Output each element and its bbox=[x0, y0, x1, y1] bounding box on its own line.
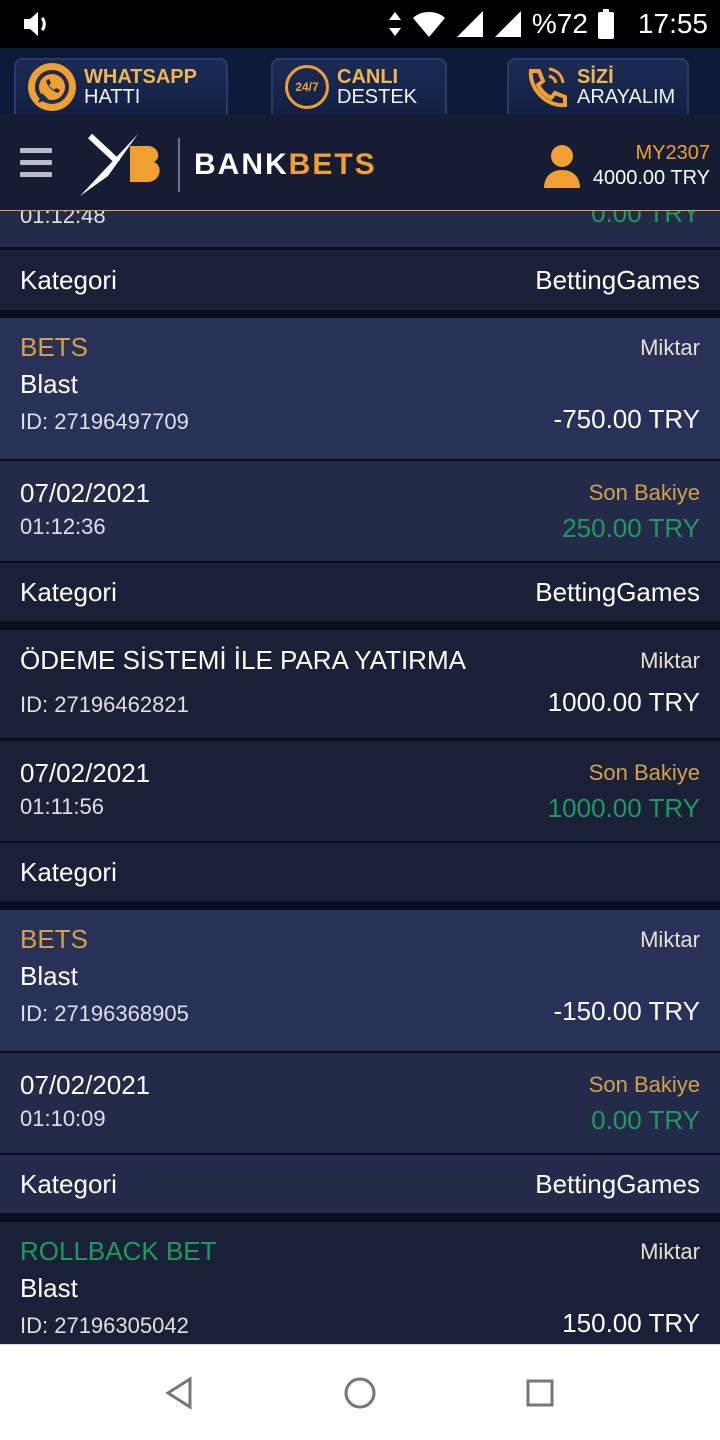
transaction-time: 01:11:56 bbox=[20, 794, 105, 819]
brand-mark-icon bbox=[78, 128, 168, 203]
transaction-game: Blast bbox=[20, 1273, 78, 1303]
whatsapp-button[interactable]: WHATSAPP HATTI bbox=[14, 58, 228, 114]
transaction-time: 01:10:09 bbox=[20, 1106, 106, 1131]
transaction-item[interactable]: ÖDEME SİSTEMİ İLE PARA YATIRMA ID: 27196… bbox=[0, 630, 720, 738]
signal-icon bbox=[494, 10, 522, 38]
amount-label: Miktar bbox=[640, 335, 700, 360]
transaction-type: BETS bbox=[20, 332, 88, 362]
category-row: Kategori BettingGames bbox=[0, 563, 720, 621]
brand-name: BANKBETS bbox=[194, 148, 377, 181]
whatsapp-line1: WHATSAPP bbox=[84, 66, 197, 88]
whatsapp-line2: HATTI bbox=[84, 86, 141, 108]
callback-line2: ARAYALIM bbox=[577, 86, 676, 108]
balance-label: Son Bakiye bbox=[588, 760, 700, 785]
transaction-item[interactable]: ROLLBACK BET Blast ID: 27196305042 Mikta… bbox=[0, 1222, 720, 1344]
whatsapp-icon bbox=[28, 63, 76, 111]
signal-icon bbox=[456, 10, 484, 38]
transaction-balance: 250.00 TRY bbox=[562, 513, 700, 543]
transaction-id: ID: 27196368905 bbox=[20, 1001, 189, 1026]
transaction-id: ID: 27196497709 bbox=[20, 409, 189, 434]
transaction-date-row: 07/02/2021 01:12:36 Son Bakiye 250.00 TR… bbox=[0, 461, 720, 561]
data-arrows-icon bbox=[388, 10, 402, 38]
transaction-id: ID: 27196462821 bbox=[20, 692, 189, 717]
transaction-item[interactable]: BETS Blast ID: 27196497709 Miktar -750.0… bbox=[0, 318, 720, 459]
transaction-time: 01:12:36 bbox=[20, 514, 106, 539]
wifi-icon bbox=[412, 10, 446, 38]
transaction-type: ROLLBACK BET bbox=[20, 1236, 217, 1266]
username: MY2307 bbox=[635, 142, 711, 164]
brand-logo[interactable]: BANKBETS bbox=[78, 130, 377, 200]
transaction-game: Blast bbox=[20, 369, 78, 399]
transaction-list[interactable]: 01:12:48 0.00 TRY Kategori BettingGames … bbox=[0, 211, 720, 1344]
app-header: BANKBETS MY2307 4000.00 TRY bbox=[0, 114, 720, 214]
transaction-item[interactable]: BETS Blast ID: 27196368905 Miktar -150.0… bbox=[0, 910, 720, 1051]
list-item: 01:12:48 0.00 TRY bbox=[0, 211, 720, 247]
support-247-icon: 24/7 bbox=[285, 65, 329, 109]
user-info[interactable]: MY2307 4000.00 TRY bbox=[593, 141, 710, 191]
contact-bar: WHATSAPP HATTI 24/7 CANLI DESTEK SİZİ AR… bbox=[0, 48, 720, 114]
transaction-date: 07/02/2021 bbox=[20, 758, 151, 788]
transaction-balance: 0.00 TRY bbox=[591, 1105, 700, 1135]
category-row: Kategori BettingGames bbox=[0, 1155, 720, 1213]
amount-label: Miktar bbox=[640, 648, 700, 673]
callback-button[interactable]: SİZİ ARAYALIM bbox=[507, 58, 689, 114]
app-screen: %72 17:55 WHATSAPP HATTI 24/7 CANLI DEST… bbox=[0, 0, 720, 1440]
amount-label: Miktar bbox=[640, 927, 700, 952]
support-247-badge: 24/7 bbox=[295, 80, 319, 94]
back-icon[interactable] bbox=[162, 1375, 198, 1411]
live-support-button[interactable]: 24/7 CANLI DESTEK bbox=[271, 58, 447, 114]
transaction-amount: 150.00 TRY bbox=[562, 1308, 700, 1338]
battery-percent: %72 bbox=[531, 8, 588, 39]
recents-icon[interactable] bbox=[522, 1375, 558, 1411]
transaction-amount: -750.00 TRY bbox=[553, 404, 700, 434]
android-nav-bar bbox=[0, 1344, 720, 1440]
transaction-date-row: 07/02/2021 01:11:56 Son Bakiye 1000.00 T… bbox=[0, 741, 720, 841]
home-icon[interactable] bbox=[342, 1375, 378, 1411]
transaction-date: 07/02/2021 bbox=[20, 1070, 151, 1100]
volume-icon bbox=[22, 10, 52, 38]
transaction-date: 07/02/2021 bbox=[20, 478, 151, 508]
live-support-line1: CANLI bbox=[337, 66, 399, 88]
live-support-line2: DESTEK bbox=[337, 86, 418, 108]
category-row: Kategori bbox=[0, 843, 720, 901]
battery-icon bbox=[597, 9, 614, 39]
user-balance: 4000.00 TRY bbox=[592, 167, 710, 189]
balance-label: Son Bakiye bbox=[588, 480, 700, 505]
transaction-amount: -150.00 TRY bbox=[553, 996, 700, 1026]
transaction-id: ID: 27196305042 bbox=[20, 1313, 189, 1338]
user-icon[interactable] bbox=[544, 144, 580, 188]
callback-line1: SİZİ bbox=[577, 66, 614, 88]
balance-label: Son Bakiye bbox=[588, 1072, 700, 1097]
hamburger-menu-icon[interactable] bbox=[20, 148, 52, 182]
phone-ring-icon bbox=[521, 63, 569, 111]
amount-label: Miktar bbox=[640, 1239, 700, 1264]
transaction-type: ÖDEME SİSTEMİ İLE PARA YATIRMA bbox=[20, 645, 466, 675]
transaction-balance: 1000.00 TRY bbox=[547, 793, 700, 823]
status-bar: %72 17:55 bbox=[0, 0, 720, 48]
transaction-amount: 1000.00 TRY bbox=[547, 687, 700, 717]
transaction-game: Blast bbox=[20, 961, 78, 991]
category-row: Kategori BettingGames bbox=[0, 250, 720, 310]
transaction-date-row: 07/02/2021 01:10:09 Son Bakiye 0.00 TRY bbox=[0, 1053, 720, 1153]
transaction-type: BETS bbox=[20, 924, 88, 954]
clock: 17:55 bbox=[637, 8, 708, 39]
